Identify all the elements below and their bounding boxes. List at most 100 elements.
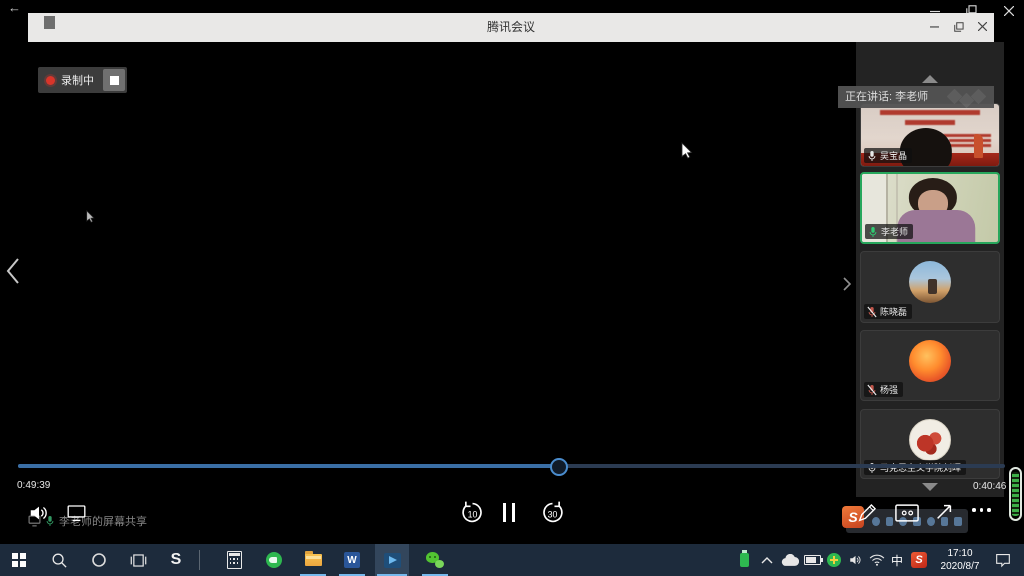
pause-button[interactable]	[503, 503, 515, 522]
mouse-cursor-icon	[681, 142, 693, 159]
tray-battery[interactable]	[800, 544, 824, 576]
cortana-button[interactable]	[84, 544, 114, 576]
participant-name-tag: 杨强	[864, 382, 903, 397]
taskbar: S W 中	[0, 544, 1024, 576]
usb-icon	[740, 553, 749, 567]
annot-tool-icon[interactable]	[954, 517, 962, 526]
participant-name-tag: 陈晓磊	[864, 304, 912, 319]
action-center-button[interactable]	[988, 544, 1018, 576]
more-options-button[interactable]	[972, 508, 991, 512]
monitor-icon	[66, 503, 87, 523]
remote-cursor-icon	[86, 210, 95, 223]
calculator-icon	[227, 551, 242, 569]
close-icon[interactable]	[1003, 5, 1014, 16]
tray-show-hidden[interactable]	[756, 544, 778, 576]
sogou-ime-tray[interactable]: S	[906, 544, 932, 576]
chevron-left-icon[interactable]	[5, 257, 21, 285]
participants-sidebar: 吴宝晶 李老师 陈晓磊 杨强 马克思主义学院刘晖	[856, 42, 1004, 497]
search-button[interactable]	[44, 544, 74, 576]
speaker-icon	[848, 553, 863, 567]
taskbar-separator	[199, 550, 200, 570]
annot-tool-icon[interactable]	[886, 517, 894, 526]
chevron-up-icon	[761, 556, 773, 564]
participant-tile-lilaoshi[interactable]: 李老师	[860, 172, 1000, 244]
back-button[interactable]: ←	[8, 1, 21, 14]
task-view-button[interactable]	[123, 544, 153, 576]
recording-label: 录制中	[61, 72, 94, 88]
meeting-window-controls	[929, 21, 988, 32]
watermark-diamond	[971, 89, 987, 105]
volume-level-meter	[1009, 467, 1022, 521]
volume-button[interactable]	[28, 502, 50, 524]
battery-icon	[804, 555, 821, 565]
meeting-minimize-icon[interactable]	[929, 21, 940, 32]
folder-icon	[305, 554, 322, 566]
wifi-icon	[869, 554, 885, 566]
svg-text:30: 30	[548, 510, 558, 520]
stop-recording-button[interactable]	[103, 69, 125, 91]
search-icon	[51, 552, 68, 569]
sogou-icon: S	[911, 552, 927, 568]
wechat-icon	[426, 552, 444, 568]
tray-usb-device[interactable]	[732, 544, 756, 576]
clock-time: 17:10	[932, 547, 988, 560]
speaker-icon	[28, 502, 50, 524]
pencil-icon	[856, 502, 878, 524]
participant-name: 杨强	[880, 383, 898, 396]
wechat-app[interactable]	[420, 544, 450, 576]
word-app[interactable]: W	[337, 544, 367, 576]
participant-avatar	[909, 340, 951, 382]
file-explorer-app[interactable]	[298, 544, 328, 576]
windows-logo-icon	[12, 553, 26, 567]
participant-tile-liuhui[interactable]: 马克思主义学院刘晖	[860, 409, 1000, 479]
progress-fill	[18, 464, 559, 468]
task-view-icon	[130, 553, 147, 568]
expand-arrow-icon	[934, 502, 954, 522]
seek-bar[interactable]	[18, 464, 1005, 468]
scroll-up-icon[interactable]	[856, 75, 1004, 83]
ime-indicator[interactable]: 中	[886, 544, 908, 576]
cloud-icon	[781, 554, 799, 567]
mic-muted-icon	[867, 384, 877, 396]
screenshot-button[interactable]	[895, 504, 919, 522]
action-center-icon	[995, 553, 1011, 568]
start-button[interactable]	[4, 544, 34, 576]
recording-dot-icon	[46, 76, 55, 85]
participant-tile-chenxiaolei[interactable]: 陈晓磊	[860, 251, 1000, 323]
cast-to-device-button[interactable]	[66, 503, 87, 523]
rewind-10-button[interactable]: 10	[460, 500, 485, 527]
mic-muted-icon	[867, 306, 877, 318]
participant-avatar	[909, 261, 951, 303]
green-browser-app[interactable]	[259, 544, 289, 576]
remaining-time: 0:40:46	[973, 481, 1006, 492]
player-top-strip: ←	[0, 0, 1024, 14]
meeting-window-title: 腾讯会议	[28, 13, 994, 42]
forward-30-button[interactable]: 30	[540, 500, 565, 527]
movies-tv-app-active[interactable]	[375, 544, 409, 576]
participant-name: 吴宝晶	[880, 149, 907, 162]
speaking-tooltip: 正在讲话: 李老师	[838, 86, 994, 108]
pinned-app-pinwheel[interactable]: S	[161, 544, 191, 576]
seek-handle[interactable]	[550, 458, 568, 476]
participant-name-tag: 李老师	[865, 224, 913, 239]
participant-name-tag: 吴宝晶	[864, 148, 912, 163]
participant-tile-wubaojing[interactable]: 吴宝晶	[860, 103, 1000, 167]
clock-date: 2020/8/7	[932, 560, 988, 573]
participant-name: 李老师	[881, 225, 908, 238]
fullscreen-button[interactable]	[934, 502, 954, 522]
tray-cloud[interactable]	[778, 544, 802, 576]
meeting-restore-icon[interactable]	[953, 21, 964, 32]
meeting-close-icon[interactable]	[977, 21, 988, 32]
meeting-title-bar: 腾讯会议	[28, 13, 994, 42]
green-app-icon	[266, 552, 282, 568]
green-plus-icon	[827, 553, 841, 567]
clock[interactable]: 17:10 2020/8/7	[932, 547, 988, 573]
movies-tv-icon	[384, 553, 401, 568]
annotate-button[interactable]	[856, 502, 878, 524]
calculator-app[interactable]	[219, 544, 249, 576]
participant-name: 陈晓磊	[880, 305, 907, 318]
pinwheel-app-icon: S	[171, 551, 182, 569]
chevron-right-icon[interactable]	[842, 277, 851, 291]
elapsed-time: 0:49:39	[17, 480, 50, 491]
participant-tile-yangqiang[interactable]: 杨强	[860, 330, 1000, 401]
